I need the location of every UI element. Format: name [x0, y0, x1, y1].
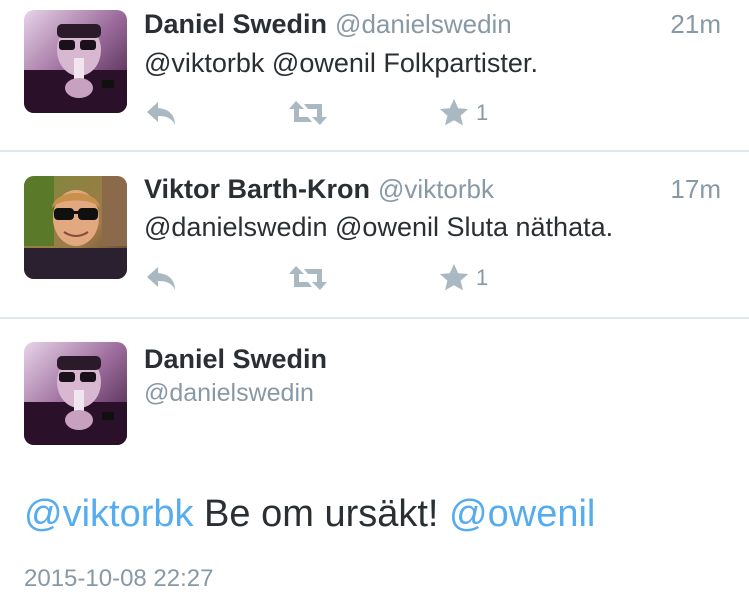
mention-link[interactable]: @viktorbk [24, 493, 194, 535]
reply-icon [147, 267, 175, 290]
tweet-text: @viktorbk Be om ursäkt! @owenil [24, 493, 595, 536]
tweet-2[interactable]: Viktor Barth-Kron @viktorbk 17m @danielsw… [0, 0, 749, 317]
favorite-icon [439, 264, 469, 291]
tweet-timestamp: 2015-10-08 22:27 [24, 565, 214, 592]
tweet-detail: Daniel Swedin @danielswedin @viktorbk Be… [0, 319, 749, 596]
author-handle[interactable]: @danielswedin [144, 379, 314, 408]
avatar[interactable] [24, 176, 127, 279]
favorite-button[interactable]: 1 [438, 260, 488, 296]
mention-link[interactable]: @owenil [449, 493, 595, 535]
tweet-header: Viktor Barth-Kron @viktorbk [144, 174, 494, 205]
avatar-daniel-image [24, 342, 127, 445]
avatar-viktor-image [24, 176, 127, 279]
reply-button[interactable] [144, 260, 178, 296]
tweet-text: @danielswedin @owenil Sluta näthata. [144, 212, 614, 242]
avatar[interactable] [24, 342, 127, 445]
author-name[interactable]: Daniel Swedin [144, 344, 327, 375]
tweet-body: Be om ursäkt! [193, 493, 450, 535]
retweet-button[interactable] [288, 260, 328, 296]
author-handle[interactable]: @viktorbk [378, 174, 494, 204]
author-name[interactable]: Viktor Barth-Kron [144, 174, 370, 204]
tweet-time[interactable]: 17m [670, 174, 721, 205]
favorite-count: 1 [476, 265, 489, 290]
retweet-icon [289, 266, 327, 290]
